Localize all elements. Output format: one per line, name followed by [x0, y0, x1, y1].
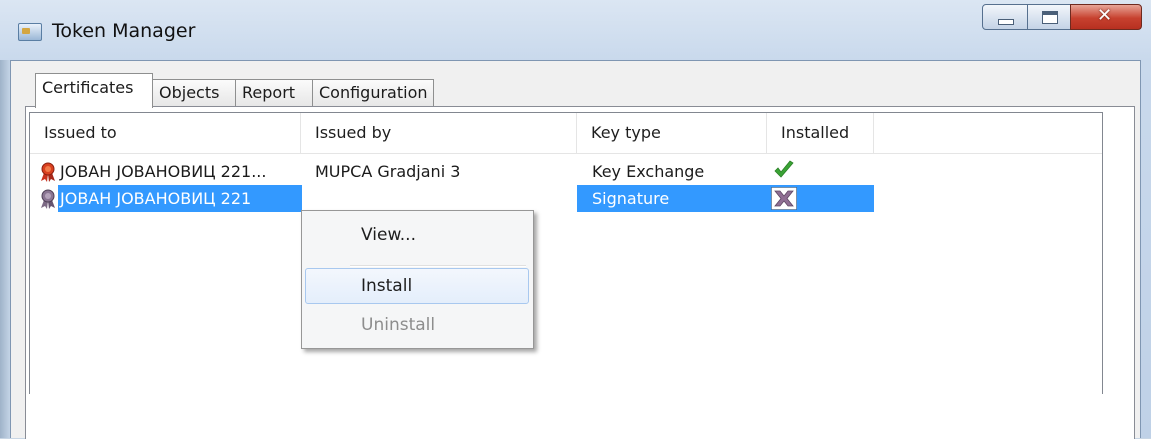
tab-label: Certificates — [42, 78, 134, 97]
window-title: Token Manager — [52, 20, 196, 42]
tab-configuration[interactable]: Configuration — [312, 79, 434, 107]
column-header-issued-to[interactable]: Issued to — [30, 113, 301, 153]
minimize-button[interactable] — [982, 4, 1028, 30]
column-header-issued-by[interactable]: Issued by — [301, 113, 577, 153]
table-row[interactable]: ЈОВАН ЈОВАНОВИЦ 221... MUPCA Gradjani 3 … — [30, 158, 1102, 185]
certificate-ribbon-icon — [41, 189, 55, 209]
title-bar[interactable]: Token Manager ✕ — [0, 0, 1151, 50]
cell-issued-to: ЈОВАН ЈОВАНОВИЦ 221... — [60, 162, 267, 181]
cell-key-type: Signature — [592, 189, 670, 208]
context-menu: View... Install Uninstall — [301, 210, 534, 349]
menu-separator — [350, 265, 526, 267]
token-manager-window: Token Manager ✕ Certificates Objects Rep… — [0, 0, 1151, 439]
app-icon — [18, 23, 42, 41]
certificate-ribbon-icon — [41, 162, 55, 182]
menu-item-label: View... — [361, 225, 416, 245]
cell-issued-to: ЈОВАН ЈОВАНОВИЦ 221 — [60, 189, 252, 208]
column-header-key-type[interactable]: Key type — [577, 113, 767, 153]
tab-label: Configuration — [319, 83, 428, 102]
menu-item-label: Uninstall — [361, 315, 436, 335]
tab-certificates[interactable]: Certificates — [35, 73, 153, 108]
maximize-button[interactable] — [1027, 4, 1071, 30]
purple-x-icon — [771, 187, 797, 210]
green-checkmark-icon — [774, 160, 794, 178]
minimize-icon — [998, 19, 1014, 25]
close-button[interactable]: ✕ — [1070, 4, 1142, 30]
close-icon: ✕ — [1097, 5, 1113, 26]
client-area: Certificates Objects Report Configuratio… — [10, 60, 1141, 439]
column-header-installed[interactable]: Installed — [767, 113, 874, 153]
tab-report[interactable]: Report — [235, 79, 313, 107]
tab-objects[interactable]: Objects — [152, 79, 236, 107]
tab-label: Objects — [159, 83, 220, 102]
cell-key-type: Key Exchange — [592, 162, 705, 181]
maximize-icon — [1042, 11, 1058, 24]
menu-item-uninstall[interactable]: Uninstall — [305, 307, 529, 343]
table-row[interactable]: ЈОВАН ЈОВАНОВИЦ 221 Signature — [30, 185, 1102, 212]
certificates-list[interactable]: Issued to Issued by Key type Installed Ј… — [29, 112, 1103, 394]
menu-item-install[interactable]: Install — [305, 268, 529, 304]
cell-issued-by: MUPCA Gradjani 3 — [315, 162, 461, 181]
menu-item-view[interactable]: View... — [305, 217, 529, 253]
menu-item-label: Install — [361, 276, 413, 296]
window-frame-left — [0, 60, 10, 438]
tab-label: Report — [242, 83, 296, 102]
list-header: Issued to Issued by Key type Installed — [30, 113, 1102, 154]
